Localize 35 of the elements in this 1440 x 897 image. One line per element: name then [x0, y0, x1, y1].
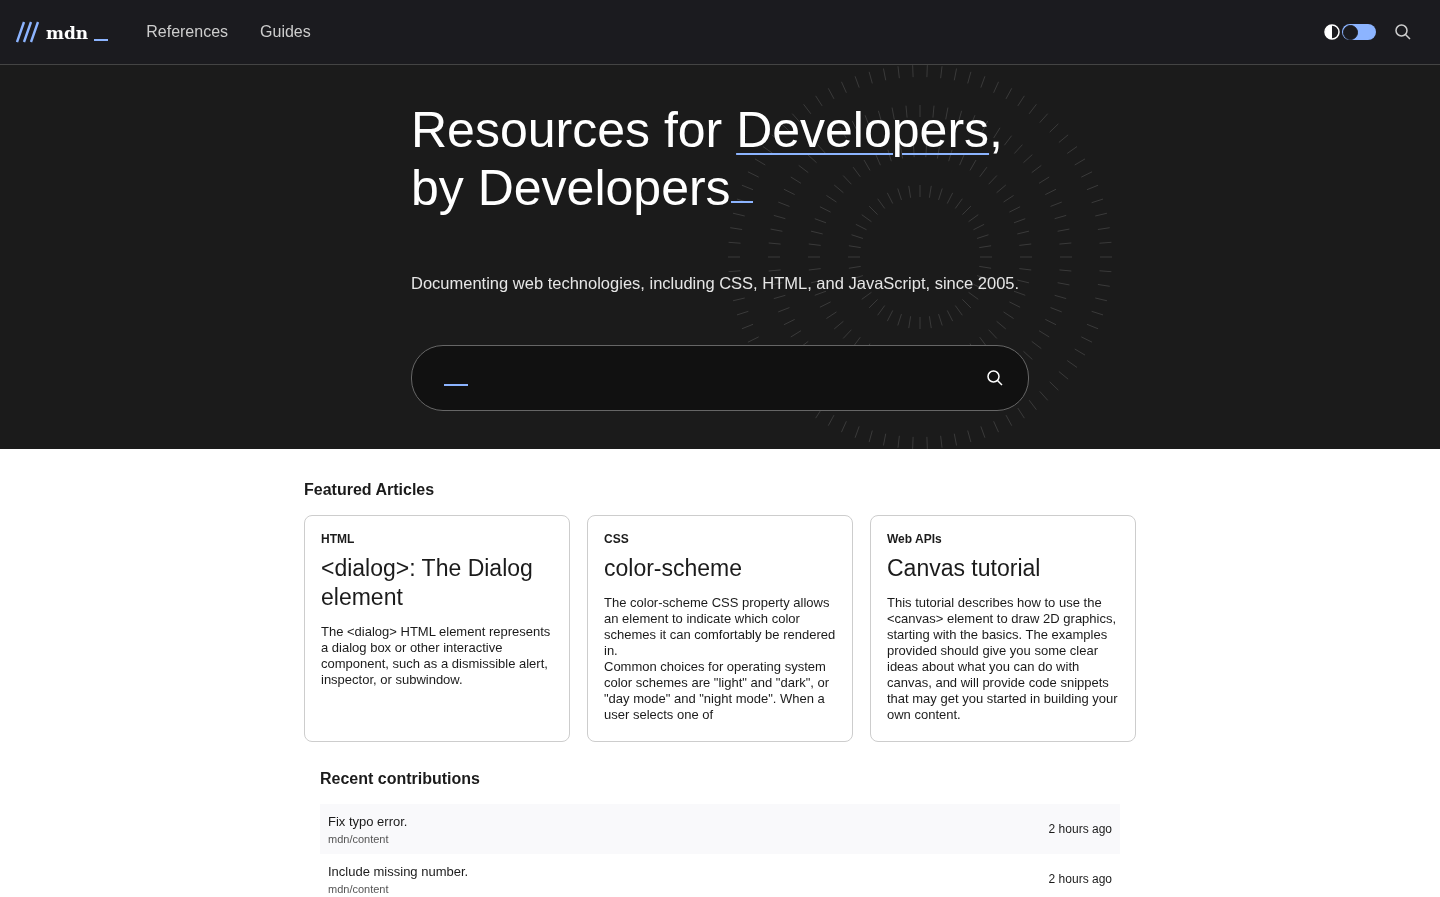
mdn-logo[interactable]: mdn: [16, 21, 109, 43]
commit-message[interactable]: Include missing number.: [328, 863, 469, 879]
card-title[interactable]: Canvas tutorial: [887, 554, 1119, 583]
section-title: Featured Articles: [304, 481, 436, 499]
article-card[interactable]: [870, 515, 1136, 742]
card-title[interactable]: <dialog>: The Dialog element: [321, 554, 553, 612]
contribution-row[interactable]: Fix typo error. mdn/content 2 hours ago: [320, 804, 1120, 854]
article-card[interactable]: [587, 515, 853, 742]
hero-tagline: Documenting web technologies, including CSS, HTML, and JavaScript, since 2005.: [411, 273, 1020, 293]
repo-name[interactable]: mdn/content: [328, 832, 408, 845]
section-title: Recent contributions: [320, 770, 481, 788]
logo-text: mdn: [46, 23, 89, 43]
card-summary: This tutorial describes how to use the <canvas> element to draw 2D graphics, starting with the basics. The examples provided should give you some clear ideas about what you can do with canvas, and will provide code snippets that may get you started in building your own content.: [887, 595, 1119, 723]
search-icon[interactable]: [986, 369, 1004, 387]
theme-toggle[interactable]: [1324, 24, 1376, 40]
hero-headline: Resources for Developers, by Developers: [411, 101, 1004, 217]
search-field[interactable]: [411, 345, 1029, 411]
card-title[interactable]: color-scheme: [604, 554, 836, 583]
logo-cursor: [94, 39, 109, 41]
card-category: CSS: [604, 532, 630, 546]
nav-link[interactable]: References: [130, 23, 245, 41]
search-icon[interactable]: [1394, 23, 1412, 41]
card-category: HTML: [321, 532, 356, 546]
contrast-icon: [1324, 24, 1340, 40]
card-summary: The <dialog> HTML element represents a dialog box or other interactive component, such as a dismissible alert, inspector, or subwindow.: [321, 624, 552, 688]
text-cursor: [444, 384, 468, 386]
card-summary: The color-scheme CSS property allows an element to indicate which color schemes it can comfortably be rendered in. Common choices for operating system color schemes are "light" and "dark", or "day mode" and "night mode". When a user selects one of: [604, 595, 836, 723]
repo-name[interactable]: mdn/content: [328, 882, 469, 895]
commit-time: 2 hours ago: [1048, 822, 1112, 836]
nav-link[interactable]: Guides: [244, 23, 327, 41]
card-category: Web APIs: [887, 532, 943, 546]
commit-time: 2 hours ago: [1048, 872, 1112, 886]
commit-message[interactable]: Fix typo error.: [328, 813, 408, 829]
logo-mark-icon: [16, 21, 40, 43]
article-card[interactable]: HTML <dialog>: The Dialog element The <dialog> HTML element represents a dialog box or other interactive component, such as a dismissible alert, inspector, or subwindow.: [304, 515, 570, 742]
